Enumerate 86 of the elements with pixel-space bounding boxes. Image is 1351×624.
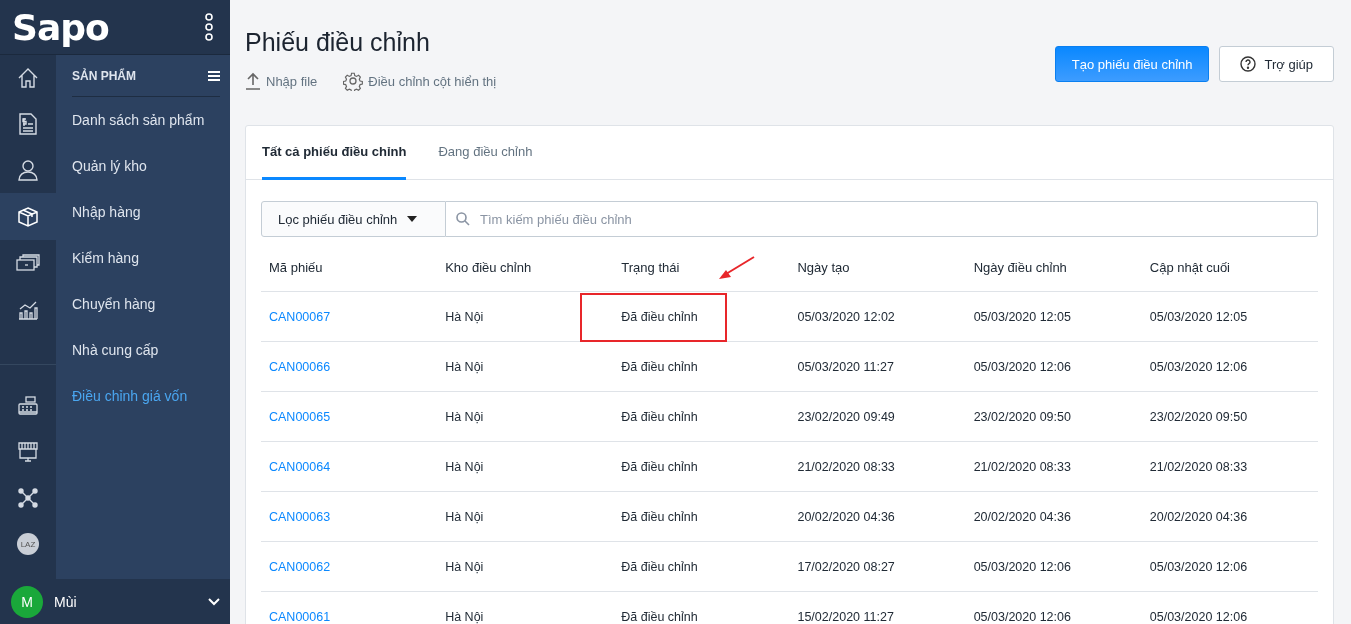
table-cell: 20/02/2020 04:36 [1141, 491, 1318, 542]
status-cell: Đã điều chỉnh [621, 409, 698, 424]
table-cell: 05/03/2020 11:27 [789, 341, 966, 392]
table-cell: 23/02/2020 09:49 [789, 391, 966, 442]
laz-nav-item[interactable]: LAZ [0, 521, 56, 567]
status-cell: Đã điều chỉnh [621, 559, 698, 574]
table-cell: 23/02/2020 09:50 [965, 391, 1142, 442]
table-cell: 21/02/2020 08:33 [965, 441, 1142, 492]
status-cell: Đã điều chỉnh [621, 309, 698, 324]
search-icon [456, 212, 470, 226]
user-name[interactable]: Mùi [54, 593, 197, 610]
table-cell: Hà Nội [437, 441, 614, 492]
cash-register-icon [17, 395, 39, 417]
column-header: Cập nhật cuối [1141, 243, 1318, 292]
settings-icon [343, 71, 364, 91]
storefront-icon [17, 441, 39, 463]
box-icon [17, 205, 39, 228]
box-nav-item[interactable] [0, 193, 56, 240]
upload-icon [245, 72, 261, 90]
table-cell: Hà Nội [437, 291, 614, 342]
adjustment-code-link[interactable]: CAN00062 [269, 559, 331, 574]
caret-icon [407, 216, 418, 222]
menu-item[interactable]: Kiểm hàng [72, 245, 220, 291]
menu-item[interactable]: Điều chỉnh giá vốn [72, 383, 220, 429]
table-cell: 20/02/2020 04:36 [965, 491, 1142, 542]
table-cell: 23/02/2020 09:50 [1141, 391, 1318, 442]
table-cell: Hà Nội [437, 341, 614, 392]
tab[interactable]: Tất cả phiếu điều chỉnh [262, 126, 407, 180]
column-settings-link[interactable]: Điều chỉnh cột hiển thị [343, 71, 497, 91]
tab[interactable]: Đang điều chỉnh [438, 126, 533, 180]
menu-icon[interactable] [208, 70, 220, 81]
adjustment-code-link[interactable]: CAN00063 [269, 509, 331, 524]
table-cell: 17/02/2020 08:27 [789, 541, 966, 592]
help-icon [1240, 56, 1257, 72]
adjustment-code-link[interactable]: CAN00064 [269, 459, 331, 474]
invoice-icon [18, 112, 38, 136]
table-cell: 05/03/2020 12:06 [965, 591, 1142, 624]
menu-item[interactable]: Quản lý kho [72, 153, 220, 199]
table-cell: Hà Nội [437, 591, 614, 624]
table-cell: 05/03/2020 12:02 [789, 291, 966, 342]
help-button[interactable]: Trợ giúp [1219, 46, 1334, 82]
table-cell: 05/03/2020 12:06 [1141, 591, 1318, 624]
column-header: Mã phiếu [261, 243, 438, 292]
table-cell: Hà Nội [437, 491, 614, 542]
table-cell: 05/03/2020 12:05 [965, 291, 1142, 342]
table-cell: 05/03/2020 12:06 [965, 341, 1142, 392]
table-cell: 05/03/2020 12:05 [1141, 291, 1318, 342]
table-cell: 20/02/2020 04:36 [789, 491, 966, 542]
column-header: Kho điều chỉnh [437, 243, 614, 292]
table-cell: 05/03/2020 12:06 [1141, 541, 1318, 592]
search-box[interactable]: Tìm kiếm phiếu điều chỉnh [446, 201, 1318, 237]
import-file-link[interactable]: Nhập file [245, 71, 318, 91]
laz-badge: LAZ [17, 533, 39, 555]
menu-item[interactable]: Chuyển hàng [72, 291, 220, 337]
more-icon[interactable] [204, 13, 214, 41]
menu-item[interactable]: Nhà cung cấp [72, 337, 220, 383]
menu-title: SẢN PHẨM [72, 68, 136, 83]
banknotes-icon [16, 254, 40, 272]
table-cell: 15/02/2020 11:27 [789, 591, 966, 624]
adjustment-code-link[interactable]: CAN00061 [269, 609, 331, 624]
annotation-arrow [718, 256, 757, 280]
status-cell: Đã điều chỉnh [621, 459, 698, 474]
status-cell: Đã điều chỉnh [621, 609, 698, 624]
menu-item[interactable]: Nhập hàng [72, 199, 220, 245]
chevron-down-icon[interactable] [208, 597, 220, 606]
table-cell: Hà Nội [437, 541, 614, 592]
status-cell: Đã điều chỉnh [621, 509, 698, 524]
menu-item[interactable]: Danh sách sản phẩm [72, 107, 220, 153]
page-title: Phiếu điều chỉnh [245, 28, 431, 57]
adjustment-code-link[interactable]: CAN00065 [269, 409, 331, 424]
table-cell: 05/03/2020 12:06 [1141, 341, 1318, 392]
adjustment-code-link[interactable]: CAN00067 [269, 309, 331, 324]
status-cell: Đã điều chỉnh [621, 359, 698, 374]
column-header: Ngày điều chỉnh [965, 243, 1142, 292]
create-adjustment-button[interactable]: Tạo phiếu điều chỉnh [1054, 46, 1210, 82]
home-icon [17, 67, 39, 89]
user-icon [17, 159, 39, 181]
adjustment-code-link[interactable]: CAN00066 [269, 359, 331, 374]
table-cell: Hà Nội [437, 391, 614, 442]
table-cell: 21/02/2020 08:33 [1141, 441, 1318, 492]
column-header: Ngày tạo [789, 243, 966, 292]
avatar[interactable]: M [11, 585, 43, 618]
filter-dropdown[interactable]: Lọc phiếu điều chỉnh [261, 201, 446, 237]
table-cell: 05/03/2020 12:06 [965, 541, 1142, 592]
table-cell: 21/02/2020 08:33 [789, 441, 966, 492]
network-icon [17, 487, 39, 509]
